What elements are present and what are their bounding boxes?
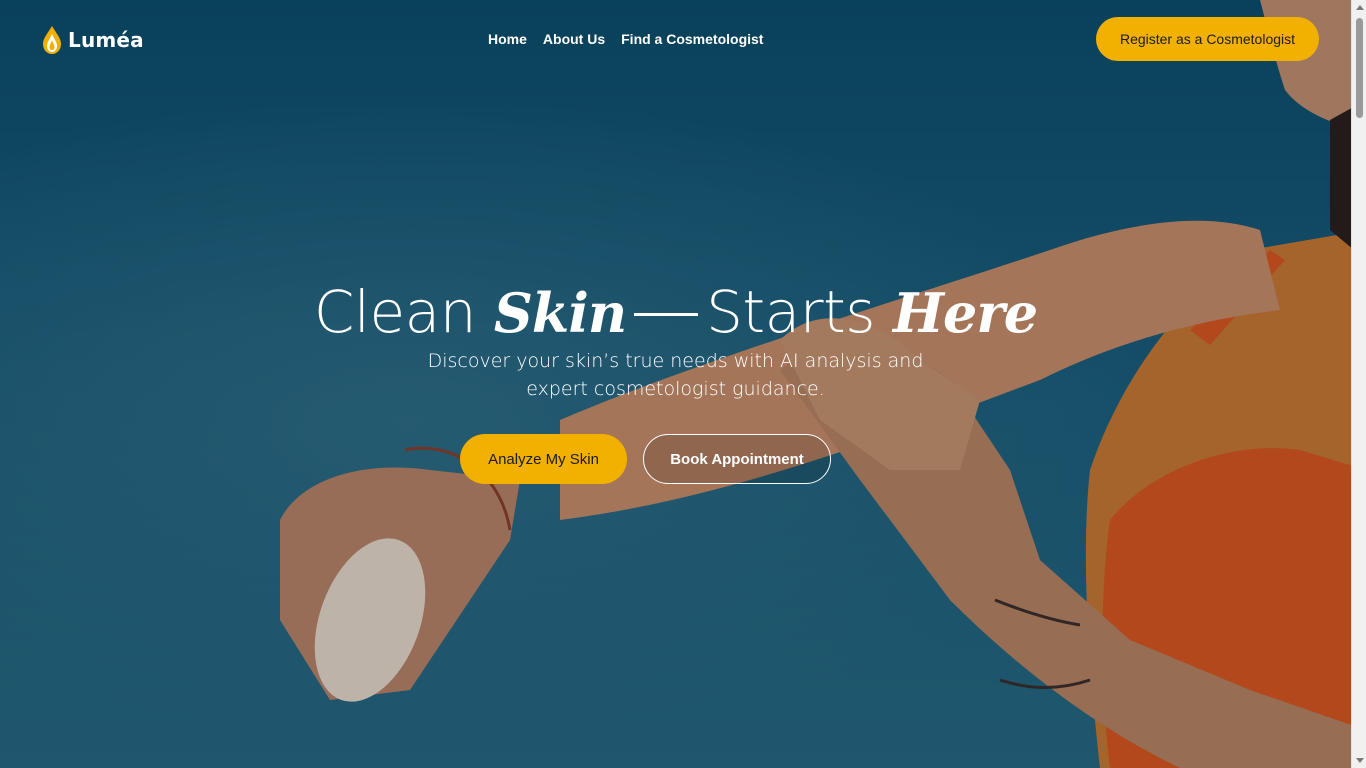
nav-links: Home About Us Find a Cosmetologist [488,31,763,47]
scrollbar-thumb[interactable] [1356,18,1363,118]
book-appointment-button[interactable]: Book Appointment [643,434,831,484]
hero-subtitle: Discover your skin’s true needs with AI … [427,350,924,400]
hero-headline: Clean Skin Starts Here [0,278,1351,346]
headline-word-starts: Starts [706,278,875,346]
nav-link-find-cosmetologist[interactable]: Find a Cosmetologist [621,31,763,47]
headline-dash [634,313,699,316]
drop-flame-icon [43,26,61,54]
page-scrollbar[interactable] [1351,0,1366,768]
scroll-up-arrow-icon[interactable] [1356,5,1364,10]
brand-name: Luméa [68,28,144,52]
register-cosmetologist-button[interactable]: Register as a Cosmetologist [1096,17,1319,61]
headline-word-skin: Skin [493,281,627,345]
nav-link-home[interactable]: Home [488,31,527,47]
top-navbar: Luméa Home About Us Find a Cosmetologist… [0,0,1351,80]
headline-word-clean: Clean [313,278,477,346]
scroll-down-arrow-icon[interactable] [1356,758,1364,763]
nav-link-about-us[interactable]: About Us [543,31,605,47]
brand-logo[interactable]: Luméa [40,24,144,56]
analyze-my-skin-button[interactable]: Analyze My Skin [460,434,627,484]
headline-word-here: Here [892,281,1038,345]
